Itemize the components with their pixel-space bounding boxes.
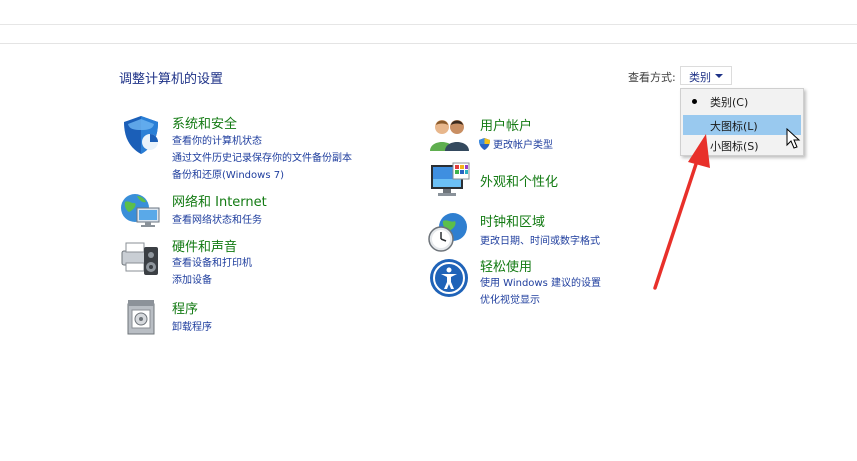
view-by-label: 查看方式:	[628, 71, 676, 84]
category-clock-region-title[interactable]: 时钟和区域	[480, 211, 545, 230]
mouse-pointer-icon	[786, 128, 801, 149]
category-user-accounts-title[interactable]: 用户帐户	[480, 115, 532, 134]
category-appearance-title[interactable]: 外观和个性化	[480, 171, 558, 190]
link-change-account-type[interactable]: 更改帐户类型	[479, 136, 553, 151]
category-network-title[interactable]: 网络和 Internet	[172, 191, 267, 210]
security-shield-icon[interactable]	[120, 114, 162, 156]
link-add-device[interactable]: 添加设备	[172, 271, 212, 286]
uac-shield-icon	[479, 138, 490, 150]
link-devices-printers[interactable]: 查看设备和打印机	[172, 254, 252, 269]
page-title: 调整计算机的设置	[119, 72, 224, 87]
printer-speaker-icon[interactable]	[120, 237, 162, 279]
link-file-history[interactable]: 通过文件历史记录保存你的文件备份副本	[172, 149, 352, 164]
view-by-dropdown[interactable]: 类别	[680, 66, 732, 85]
user-accounts-icon[interactable]	[430, 117, 470, 153]
ease-of-access-icon[interactable]	[429, 258, 469, 298]
appearance-monitor-icon[interactable]	[429, 161, 471, 201]
category-hardware-title[interactable]: 硬件和声音	[172, 236, 237, 255]
link-uninstall-program[interactable]: 卸载程序	[172, 318, 212, 333]
programs-box-icon[interactable]	[124, 298, 160, 338]
link-change-date-time[interactable]: 更改日期、时间或数字格式	[480, 232, 600, 247]
annotation-arrow-icon	[653, 134, 710, 290]
menu-item-category[interactable]: 类别(C)	[683, 91, 801, 111]
link-recommended-settings[interactable]: 使用 Windows 建议的设置	[480, 274, 601, 289]
view-by-value: 类别	[689, 71, 711, 84]
address-bar	[0, 25, 857, 44]
link-backup-restore[interactable]: 备份和还原(Windows 7)	[172, 166, 284, 181]
radio-bullet-icon	[692, 99, 697, 104]
network-globe-icon[interactable]	[119, 190, 161, 230]
clock-globe-icon[interactable]	[427, 211, 469, 253]
category-system-security-title[interactable]: 系统和安全	[172, 113, 237, 132]
link-view-computer-status[interactable]: 查看你的计算机状态	[172, 132, 262, 147]
link-network-status[interactable]: 查看网络状态和任务	[172, 211, 262, 226]
link-optimize-visual-display[interactable]: 优化视觉显示	[480, 291, 540, 306]
window-top-bar	[0, 0, 857, 25]
caret-down-icon	[715, 74, 723, 78]
category-ease-of-access-title[interactable]: 轻松使用	[480, 256, 532, 275]
category-programs-title[interactable]: 程序	[172, 298, 198, 317]
